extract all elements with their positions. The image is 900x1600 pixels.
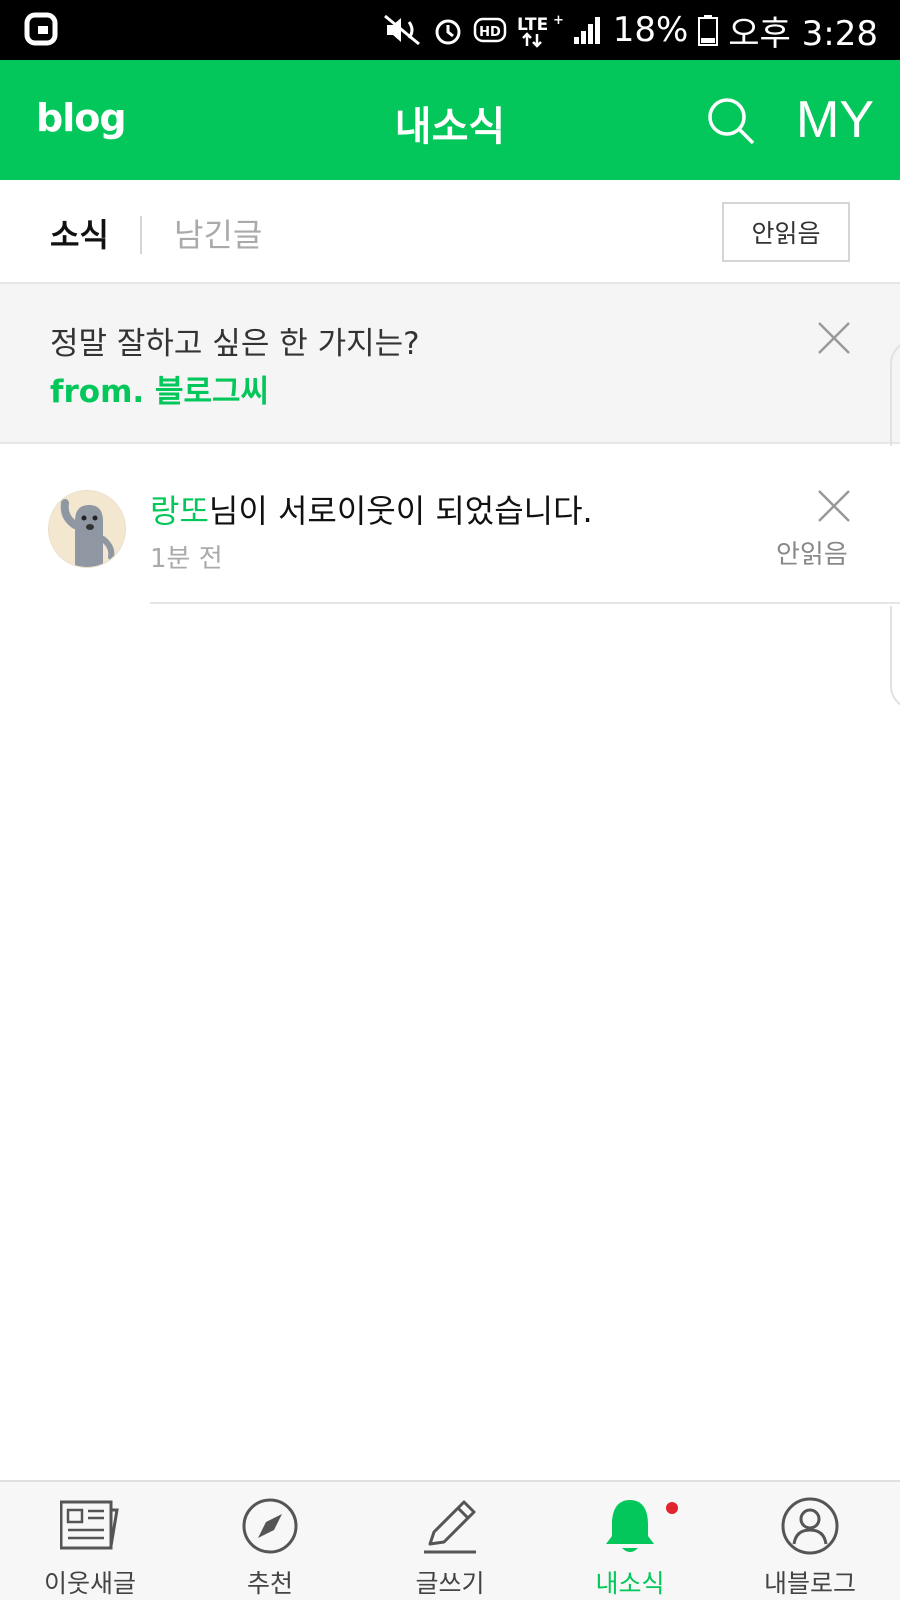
nav-label: 이웃새글: [43, 1569, 136, 1598]
bottom-navigation: 이웃새글 추천 글쓰기 내소식 내블로그: [0, 1480, 900, 1600]
tabs-row: 소식 남긴글 안읽음: [0, 180, 900, 284]
character-avatar-icon: [49, 491, 125, 567]
neighbor-name[interactable]: 랑또: [150, 492, 209, 530]
close-icon[interactable]: [816, 488, 852, 524]
nav-item-write[interactable]: 글쓰기: [360, 1482, 540, 1600]
unread-filter-button[interactable]: 안읽음: [722, 202, 850, 262]
avatar[interactable]: [48, 490, 126, 568]
notification-time: 1분 전: [150, 544, 223, 574]
nav-label: 내블로그: [763, 1569, 856, 1598]
pencil-icon: [424, 1500, 476, 1554]
notification-text: 님이 서로이웃이 되었습니다.: [208, 492, 593, 530]
nav-label: 내소식: [595, 1569, 665, 1598]
close-icon[interactable]: [816, 320, 852, 356]
compass-icon: [242, 1498, 298, 1554]
feed-icon: [60, 1500, 119, 1550]
app-header: blog 내소식 MY: [0, 60, 900, 180]
svg-text:LTE: LTE: [517, 15, 548, 35]
nav-item-neighbor-posts[interactable]: 이웃새글: [0, 1482, 180, 1600]
svg-text:+: +: [553, 13, 563, 28]
tab-comments[interactable]: 남긴글: [174, 210, 262, 256]
status-time: 오후 3:28: [728, 13, 878, 54]
nav-label: 글쓰기: [415, 1569, 485, 1598]
lte-plus-icon: LTE +: [517, 13, 563, 48]
bell-icon: [606, 1500, 654, 1552]
nav-item-my-blog[interactable]: 내블로그: [720, 1482, 900, 1600]
notification-message: 랑또님이 서로이웃이 되었습니다.: [150, 486, 593, 532]
battery-icon: [698, 15, 719, 46]
svg-text:HD: HD: [479, 25, 501, 40]
notification-item[interactable]: 랑또님이 서로이웃이 되었습니다. 1분 전 안읽음: [0, 446, 900, 606]
status-bar: HD LTE + 18% 오후 3:28: [0, 0, 900, 60]
tab-divider: [140, 216, 142, 254]
battery-percent: 18%: [612, 10, 689, 50]
nav-item-recommend[interactable]: 추천: [180, 1482, 360, 1600]
carrier-logo-icon: [24, 12, 58, 46]
notification-badge: [666, 1502, 678, 1514]
status-icons: HD LTE + 18% 오후 3:28: [381, 10, 878, 54]
alarm-icon: [435, 19, 461, 45]
banner-question: 정말 잘하고 싶은 한 가지는?: [50, 326, 420, 362]
mute-icon: [383, 14, 420, 46]
banner-from: from. 블로그씨: [50, 374, 270, 410]
nav-label: 추천: [246, 1569, 293, 1598]
page-title: 내소식: [394, 104, 506, 150]
blogssi-banner[interactable]: 정말 잘하고 싶은 한 가지는? from. 블로그씨: [0, 284, 900, 444]
unread-status: 안읽음: [776, 540, 848, 570]
divider: [150, 602, 900, 604]
signal-icon: [573, 17, 600, 44]
tab-news[interactable]: 소식: [50, 210, 109, 256]
search-icon[interactable]: [706, 96, 756, 146]
nav-item-my-news[interactable]: 내소식: [540, 1482, 720, 1600]
my-button[interactable]: MY: [796, 90, 874, 150]
profile-icon: [781, 1497, 839, 1555]
hd-icon: HD: [473, 17, 506, 43]
